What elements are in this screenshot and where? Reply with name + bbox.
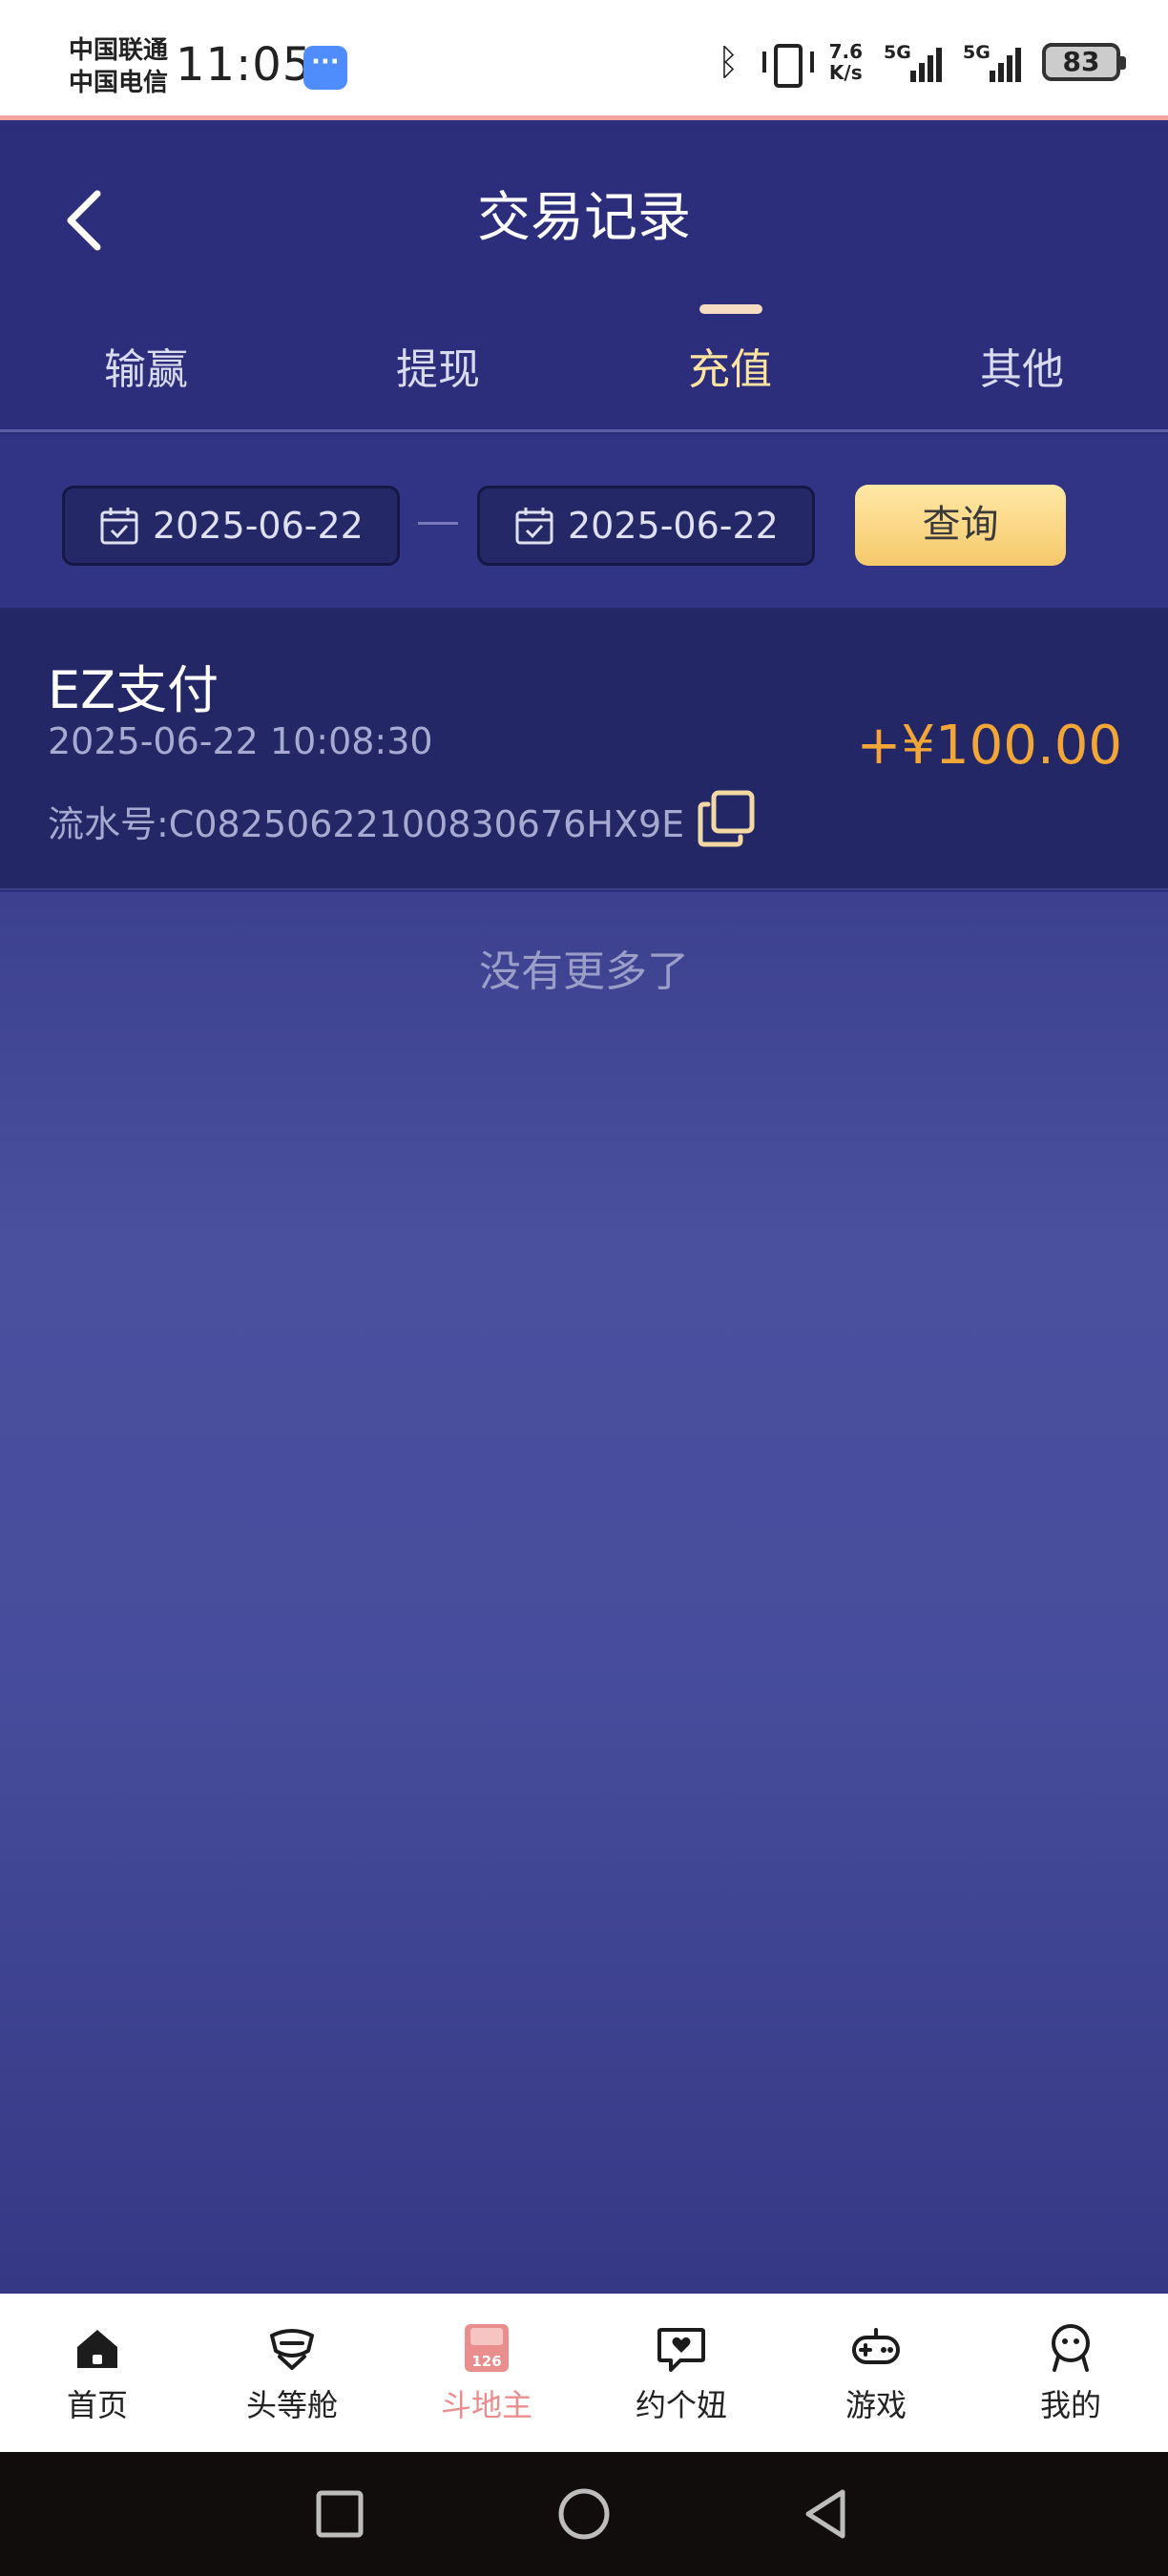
home-button[interactable] bbox=[553, 2483, 615, 2545]
query-button[interactable]: 查询 bbox=[855, 485, 1066, 566]
recent-apps-button[interactable] bbox=[308, 2483, 371, 2545]
carrier-names: 中国联通 中国电信 bbox=[69, 34, 168, 99]
calendar-icon bbox=[100, 508, 138, 545]
gamepad-icon bbox=[852, 2328, 900, 2364]
status-indicators: ᛒ 7.6 K/s 5G 5G 83 bbox=[717, 38, 1126, 88]
system-navigation-bar bbox=[0, 2452, 1168, 2576]
tab-recharge[interactable]: 充值 bbox=[584, 335, 876, 396]
calendar-icon bbox=[515, 508, 553, 545]
carrier-1: 中国联通 bbox=[69, 36, 169, 65]
square-icon bbox=[316, 2490, 364, 2538]
network-speed: 7.6 K/s bbox=[828, 40, 863, 84]
svg-text:126: 126 bbox=[471, 2353, 501, 2370]
nav-first-class[interactable]: 头等舱 bbox=[195, 2322, 389, 2425]
nav-doudizhu[interactable]: 126 斗地主 bbox=[389, 2322, 584, 2425]
vibrate-icon bbox=[761, 42, 814, 88]
record-time: 2025-06-22 10:08:30 bbox=[48, 720, 433, 762]
end-date-picker[interactable]: 2025-06-22 bbox=[477, 486, 815, 566]
first-class-icon bbox=[270, 2329, 314, 2370]
profile-icon bbox=[1052, 2324, 1090, 2372]
no-more-text: 没有更多了 bbox=[479, 947, 689, 996]
signal-2-icon: 5G bbox=[963, 42, 1021, 82]
content-area bbox=[0, 892, 1168, 2294]
home-icon bbox=[77, 2330, 117, 2368]
tab-withdraw[interactable]: 提现 bbox=[292, 335, 584, 396]
list-item[interactable]: EZ支付 2025-06-22 10:08:30 流水号:C0825062210… bbox=[0, 608, 1168, 890]
circle-icon bbox=[558, 2488, 610, 2540]
nav-date[interactable]: 约个妞 bbox=[584, 2322, 779, 2425]
header: 交易记录 输赢 提现 充值 其他 bbox=[0, 125, 1168, 434]
status-time: 11:05 bbox=[176, 38, 313, 92]
record-amount: +¥100.00 bbox=[856, 715, 1123, 777]
signal-1-icon: 5G bbox=[884, 42, 942, 82]
end-date-value: 2025-06-22 bbox=[568, 505, 779, 547]
message-notification-icon bbox=[303, 46, 347, 90]
status-bar: 中国联通 中国电信 11:05 ᛒ 7.6 K/s 5G 5G 83 bbox=[0, 0, 1168, 120]
nav-profile[interactable]: 我的 bbox=[973, 2322, 1168, 2425]
battery-icon: 83 bbox=[1042, 43, 1126, 81]
doudizhu-icon: 126 bbox=[465, 2324, 509, 2372]
date-range-separator bbox=[418, 522, 458, 525]
start-date-picker[interactable]: 2025-06-22 bbox=[62, 486, 400, 566]
bottom-nav: 首页 头等舱 126 斗地主 约个妞 游戏 我的 bbox=[0, 2294, 1168, 2452]
bluetooth-icon: ᛒ bbox=[717, 41, 740, 83]
record-title: EZ支付 bbox=[48, 660, 219, 720]
record-serial: 流水号:C08250622100830676HX9E bbox=[48, 803, 685, 845]
date-filter: 2025-06-22 2025-06-22 查询 bbox=[0, 436, 1168, 608]
tab-bar: 输赢 提现 充值 其他 bbox=[0, 316, 1168, 432]
tab-win-loss[interactable]: 输赢 bbox=[0, 335, 292, 396]
heart-chat-icon bbox=[657, 2328, 705, 2372]
tab-other[interactable]: 其他 bbox=[876, 335, 1168, 396]
nav-games[interactable]: 游戏 bbox=[779, 2322, 973, 2425]
copy-icon[interactable] bbox=[695, 787, 758, 850]
start-date-value: 2025-06-22 bbox=[153, 505, 364, 547]
nav-home[interactable]: 首页 bbox=[0, 2322, 195, 2425]
active-tab-indicator bbox=[699, 304, 762, 314]
carrier-2: 中国电信 bbox=[69, 69, 169, 97]
system-back-button[interactable] bbox=[795, 2483, 858, 2545]
page-title: 交易记录 bbox=[477, 187, 691, 249]
triangle-back-icon bbox=[805, 2489, 845, 2539]
